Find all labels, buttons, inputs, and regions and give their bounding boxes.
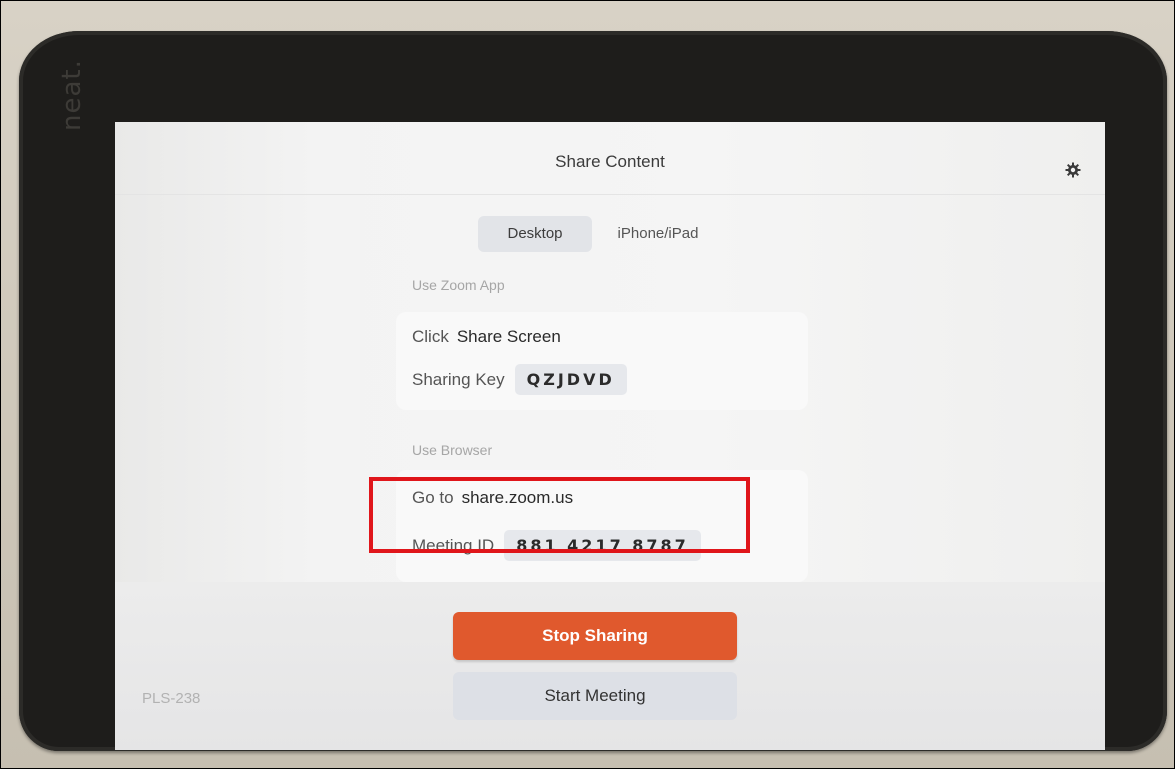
sharing-key-label: Sharing Key	[412, 370, 505, 389]
touch-screen: Share Content Desktop iPhone/iPad Use Zo…	[115, 122, 1105, 750]
sharing-key-row: Sharing Key QZJDVD	[412, 364, 627, 395]
neat-pad-device: neat. Share Content Desktop iPhone/iPad …	[19, 31, 1167, 751]
page-title: Share Content	[555, 152, 665, 171]
section-label-browser: Use Browser	[412, 442, 493, 458]
click-prefix: Click	[412, 327, 449, 346]
device-brand-logo: neat.	[57, 59, 87, 131]
action-area	[115, 582, 1105, 750]
start-meeting-button[interactable]: Start Meeting	[453, 672, 737, 720]
sharing-key-value: QZJDVD	[514, 364, 627, 395]
tab-desktop[interactable]: Desktop	[478, 216, 592, 252]
zoom-app-card: Click Share Screen Sharing Key QZJDVD	[396, 312, 808, 410]
section-label-zoom-app: Use Zoom App	[412, 277, 505, 293]
gear-icon[interactable]	[1065, 162, 1081, 178]
tab-iphone-ipad[interactable]: iPhone/iPad	[598, 216, 718, 252]
room-name-label: PLS-238	[142, 690, 201, 707]
stop-sharing-button[interactable]: Stop Sharing	[453, 612, 737, 660]
photo-frame: neat. Share Content Desktop iPhone/iPad …	[0, 0, 1175, 769]
meeting-id-highlight-box	[369, 477, 750, 553]
click-share-screen-row: Click Share Screen	[412, 327, 561, 347]
screen-header: Share Content	[115, 122, 1105, 195]
share-screen-text: Share Screen	[456, 327, 561, 346]
